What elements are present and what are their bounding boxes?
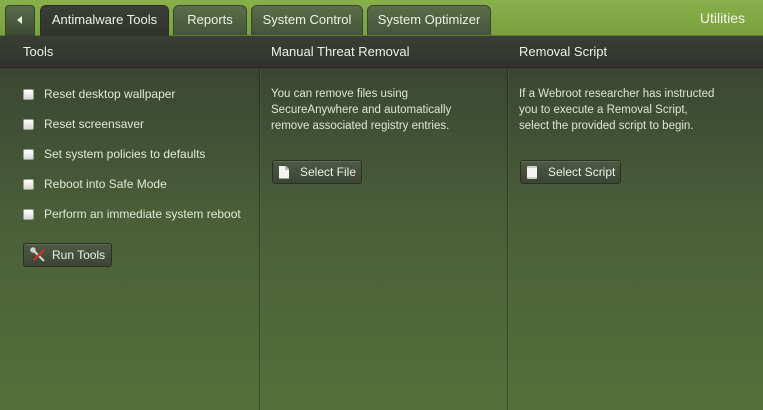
tab-system-optimizer[interactable]: System Optimizer	[367, 5, 491, 35]
description-line: SecureAnywhere and automatically	[271, 104, 452, 116]
removal-script-title: Removal Script	[519, 44, 608, 59]
option-reset-screensaver[interactable]: Reset screensaver	[23, 116, 144, 132]
script-icon	[527, 165, 537, 179]
option-label: Reset screensaver	[44, 117, 145, 131]
tools-title: Tools	[23, 44, 54, 59]
manual-threat-removal-title: Manual Threat Removal	[271, 44, 410, 59]
column-divider	[507, 68, 508, 410]
removal-script-description: If a Webroot researcher has instructed y…	[519, 86, 714, 134]
checkbox[interactable]	[23, 118, 34, 130]
column-divider	[259, 68, 260, 410]
select-file-button[interactable]: Select File	[272, 160, 362, 184]
option-safe-mode[interactable]: Reboot into Safe Mode	[23, 176, 167, 192]
option-reset-wallpaper[interactable]: Reset desktop wallpaper	[23, 86, 175, 102]
manual-removal-description: You can remove files using SecureAnywher…	[271, 86, 451, 134]
tab-reports[interactable]: Reports	[173, 5, 247, 35]
file-icon	[279, 165, 289, 179]
option-label: Set system policies to defaults	[44, 147, 206, 161]
checkbox[interactable]	[23, 148, 34, 160]
checkbox[interactable]	[23, 88, 34, 100]
description-line: you to execute a Removal Script,	[519, 104, 688, 116]
tab-system-control[interactable]: System Control	[251, 5, 363, 35]
option-system-policies[interactable]: Set system policies to defaults	[23, 146, 205, 162]
section-title-utilities: Utilities	[699, 10, 745, 26]
tools-icon	[30, 247, 45, 262]
back-button[interactable]	[5, 5, 35, 36]
checkbox[interactable]	[23, 208, 34, 220]
top-tab-bar: Antimalware Tools Reports System Control…	[0, 0, 763, 36]
select-file-label: Select File	[300, 165, 357, 179]
tab-antimalware-tools[interactable]: Antimalware Tools	[40, 5, 169, 36]
option-immediate-reboot[interactable]: Perform an immediate system reboot	[23, 206, 241, 222]
select-script-label: Select Script	[548, 165, 616, 179]
run-tools-button[interactable]: Run Tools	[23, 243, 112, 267]
description-line: remove associated registry entries.	[271, 120, 450, 132]
option-label: Reset desktop wallpaper	[44, 87, 176, 101]
option-label: Reboot into Safe Mode	[44, 177, 167, 191]
run-tools-label: Run Tools	[52, 248, 106, 262]
select-script-button[interactable]: Select Script	[520, 160, 621, 184]
description-line: select the provided script to begin.	[519, 120, 694, 132]
column-header-row: Tools Manual Threat Removal Removal Scri…	[0, 36, 763, 68]
description-line: You can remove files using	[271, 88, 409, 100]
back-arrow-icon	[17, 16, 22, 24]
checkbox[interactable]	[23, 178, 34, 190]
description-line: If a Webroot researcher has instructed	[519, 88, 715, 100]
option-label: Perform an immediate system reboot	[44, 207, 241, 221]
